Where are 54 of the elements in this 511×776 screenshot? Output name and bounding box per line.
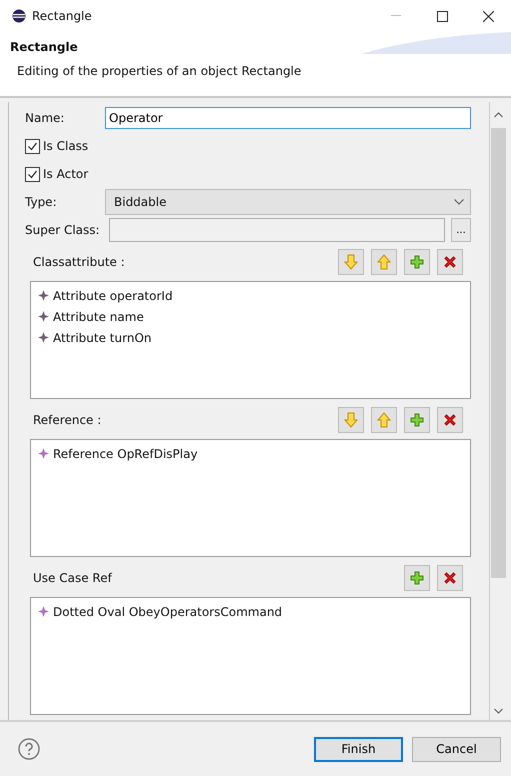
chevron-down-icon bbox=[454, 199, 464, 205]
checkbox[interactable] bbox=[25, 138, 40, 154]
remove-button[interactable] bbox=[437, 565, 463, 591]
add-button[interactable] bbox=[404, 565, 430, 591]
checkmark-icon bbox=[27, 168, 38, 180]
section-title: Classattribute : bbox=[33, 255, 125, 269]
checkbox-label: Is Actor bbox=[43, 167, 88, 181]
delete-icon bbox=[443, 571, 457, 585]
plus-icon bbox=[410, 413, 424, 427]
page-title: Rectangle bbox=[10, 40, 78, 54]
scroll-up-icon[interactable] bbox=[494, 112, 503, 118]
list-item[interactable]: Dotted Oval ObeyOperatorsCommand bbox=[53, 604, 282, 618]
add-button[interactable] bbox=[404, 407, 430, 433]
checkbox[interactable] bbox=[25, 166, 40, 182]
arrow-down-icon bbox=[344, 412, 358, 428]
arrow-down-icon bbox=[344, 254, 358, 270]
page-description: Editing of the properties of an object Rectangle bbox=[17, 64, 302, 78]
help-icon[interactable] bbox=[18, 738, 40, 760]
close-icon bbox=[482, 10, 494, 22]
section-title: Use Case Ref bbox=[33, 571, 112, 585]
browse-button[interactable]: ... bbox=[451, 218, 471, 242]
list-item[interactable]: Attribute name bbox=[53, 310, 144, 324]
minimize-icon bbox=[391, 15, 401, 17]
dialog-button[interactable]: Finish bbox=[314, 736, 403, 762]
app-icon bbox=[12, 9, 26, 23]
field-label: Name: bbox=[25, 111, 66, 125]
arrow-up-icon bbox=[377, 412, 391, 428]
list-item[interactable]: Reference OpRefDisPlay bbox=[53, 446, 198, 460]
remove-button[interactable] bbox=[437, 249, 463, 275]
move-up-button[interactable] bbox=[371, 407, 397, 433]
field-label: Type: bbox=[25, 195, 58, 209]
super-class-field[interactable] bbox=[109, 218, 445, 242]
delete-icon bbox=[443, 413, 457, 427]
maximize-icon bbox=[436, 10, 448, 22]
checkbox-label: Is Class bbox=[43, 139, 88, 153]
move-down-button[interactable] bbox=[338, 249, 364, 275]
plus-icon bbox=[410, 571, 424, 585]
list-item[interactable]: Attribute operatorId bbox=[53, 288, 173, 302]
scroll-down-icon[interactable] bbox=[494, 708, 503, 714]
type-dropdown[interactable]: Biddable bbox=[105, 189, 471, 215]
move-up-button[interactable] bbox=[371, 249, 397, 275]
delete-icon bbox=[443, 255, 457, 269]
move-down-button[interactable] bbox=[338, 407, 364, 433]
remove-button[interactable] bbox=[437, 407, 463, 433]
dialog-button[interactable]: Cancel bbox=[412, 736, 501, 762]
list-item[interactable]: Attribute turnOn bbox=[53, 330, 152, 344]
add-button[interactable] bbox=[404, 249, 430, 275]
field-label: Super Class: bbox=[25, 223, 101, 237]
plus-icon bbox=[410, 255, 424, 269]
name-field[interactable]: Operator bbox=[105, 107, 471, 129]
section-title: Reference : bbox=[33, 413, 102, 427]
checkmark-icon bbox=[27, 140, 38, 152]
window-title: Rectangle bbox=[32, 9, 93, 23]
arrow-up-icon bbox=[377, 254, 391, 270]
